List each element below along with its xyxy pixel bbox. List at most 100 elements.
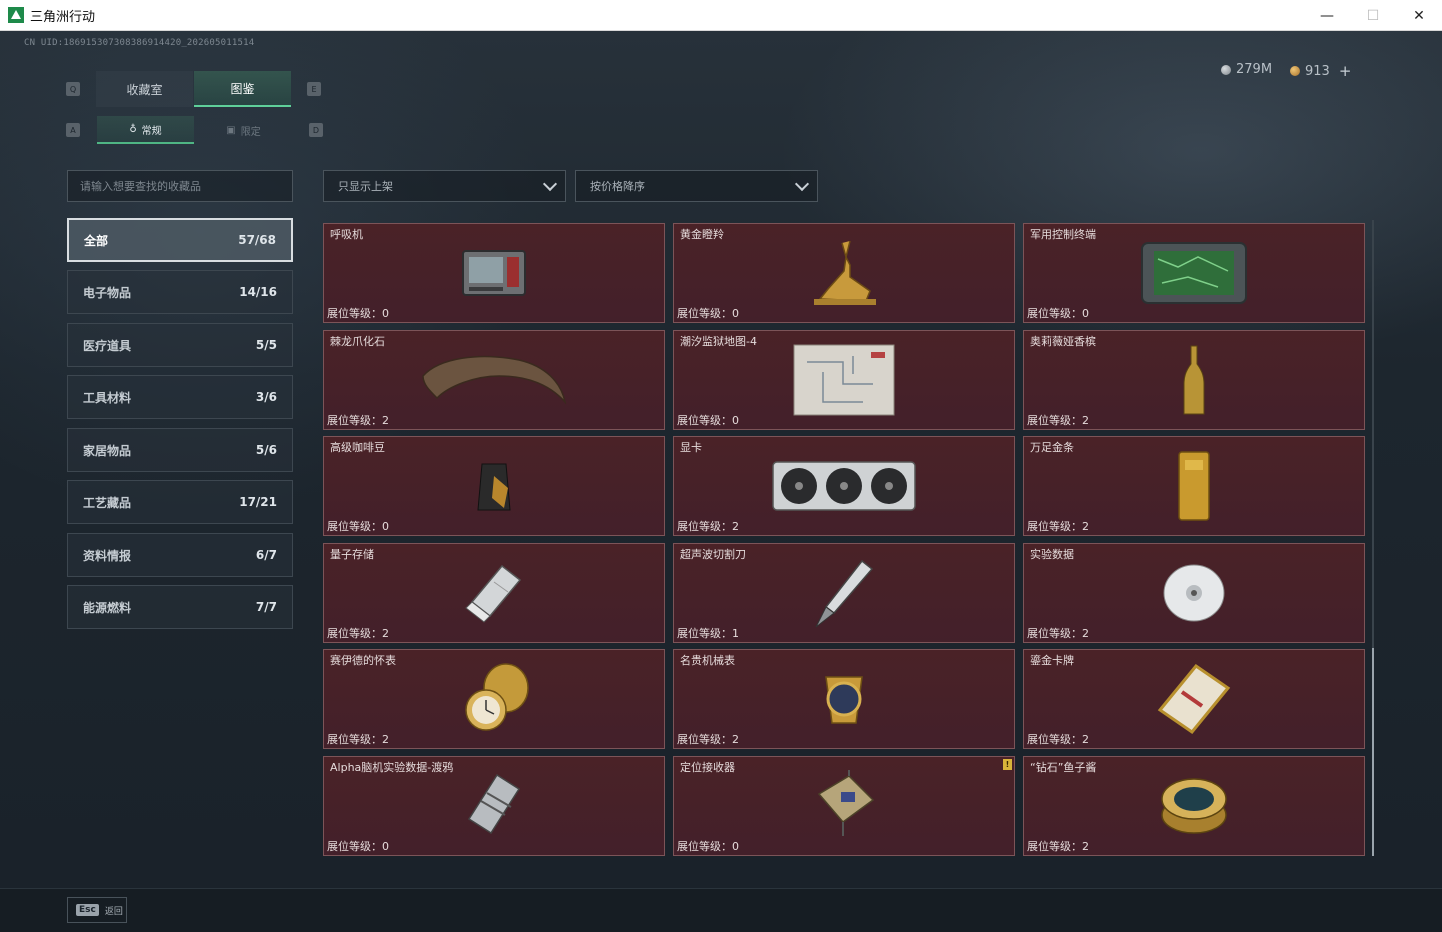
silver-coin-icon: [1221, 64, 1231, 75]
tab-collection-room[interactable]: 收藏室: [96, 71, 193, 107]
item-card-ventilator[interactable]: 呼吸机 展位等级：0: [323, 223, 665, 323]
item-name: 高级咖啡豆: [330, 441, 385, 454]
category-label: 电子物品: [83, 285, 132, 300]
subtab-limited-label: 限定: [240, 126, 261, 138]
item-card-quantum-storage[interactable]: 量子存储 展位等级：2: [323, 543, 665, 643]
wristwatch-icon: [825, 676, 863, 724]
disc-icon: [1163, 564, 1225, 622]
item-level: 展位等级：1: [677, 627, 739, 640]
add-currency-button[interactable]: +: [1339, 62, 1352, 80]
category-label: 工艺藏品: [83, 495, 132, 510]
category-label: 能源燃料: [83, 600, 132, 615]
item-name: “钻石”鱼子酱: [1030, 761, 1097, 774]
chevron-down-icon: [794, 176, 810, 191]
search-box: [67, 170, 293, 202]
item-card-graphics-card[interactable]: 显卡 展位等级：2: [673, 436, 1015, 536]
item-card-olivia-champagne[interactable]: 奥莉薇娅香槟 展位等级：2: [1023, 330, 1365, 430]
category-label: 全部: [84, 233, 109, 248]
data-cylinder-icon: [467, 773, 521, 835]
item-card-positioning-receiver[interactable]: 定位接收器 ! 展位等级：0: [673, 756, 1015, 856]
item-level: 展位等级：2: [677, 520, 739, 533]
category-household[interactable]: 家居物品 5/6: [67, 428, 293, 472]
category-count: 5/5: [255, 338, 277, 352]
caviar-tin-icon: [1161, 778, 1227, 834]
item-card-coffee-beans[interactable]: 高级咖啡豆 展位等级：0: [323, 436, 665, 536]
filter-dropdown-listed[interactable]: 只显示上架: [323, 170, 566, 202]
item-level: 展位等级：0: [327, 840, 389, 853]
category-medical[interactable]: 医疗道具 5/5: [67, 323, 293, 367]
currency-b-value: 913: [1305, 63, 1330, 79]
search-input[interactable]: [80, 179, 280, 193]
minimize-button[interactable]: —: [1304, 0, 1350, 31]
back-label: 返回: [104, 906, 123, 917]
category-count: 14/16: [239, 285, 277, 299]
category-tools[interactable]: 工具材料 3/6: [67, 375, 293, 419]
gold-coin-icon: [1290, 66, 1300, 76]
limited-icon: ▣: [226, 124, 236, 136]
item-name: 鎏金卡牌: [1030, 654, 1074, 667]
item-card-alpha-bci-data[interactable]: Alpha脑机实验数据-渡鸦 展位等级：0: [323, 756, 665, 856]
key-hint-d: D: [309, 123, 323, 137]
subtab-limited[interactable]: ▣ 限定: [195, 116, 292, 144]
item-name: 显卡: [680, 441, 702, 454]
back-button[interactable]: Esc 返回: [67, 897, 127, 923]
item-card-pocket-watch[interactable]: 赛伊德的怀表 展位等级：2: [323, 649, 665, 749]
chevron-down-icon: [542, 176, 558, 191]
item-name: 名贵机械表: [680, 654, 735, 667]
item-card-tide-prison-map[interactable]: 潮汐监狱地图-4 展位等级：0: [673, 330, 1015, 430]
item-level: 展位等级：2: [327, 627, 389, 640]
category-all[interactable]: 全部 57/68: [67, 218, 293, 262]
tab-codex[interactable]: 图鉴: [194, 71, 291, 107]
item-card-diamond-caviar[interactable]: “钻石”鱼子酱 展位等级：2: [1023, 756, 1365, 856]
item-card-military-terminal[interactable]: 军用控制终端 展位等级：0: [1023, 223, 1365, 323]
category-crafts[interactable]: 工艺藏品 17/21: [67, 480, 293, 524]
category-label: 家居物品: [83, 443, 132, 458]
graphics-card-icon: [772, 461, 916, 511]
item-level: 展位等级：0: [677, 307, 739, 320]
item-level: 展位等级：0: [677, 840, 739, 853]
close-button[interactable]: ✕: [1396, 0, 1442, 31]
category-label: 医疗道具: [83, 338, 132, 353]
pocket-watch-icon: [465, 663, 529, 731]
item-level: 展位等级：2: [327, 414, 389, 427]
item-level: 展位等级：2: [327, 733, 389, 746]
champagne-bottle-icon: [1183, 345, 1205, 415]
key-hint-a: A: [66, 123, 80, 137]
category-energy[interactable]: 能源燃料 7/7: [67, 585, 293, 629]
item-level: 展位等级：2: [1027, 840, 1089, 853]
category-intel[interactable]: 资料情报 6/7: [67, 533, 293, 577]
item-card-gilded-card[interactable]: 鎏金卡牌 展位等级：2: [1023, 649, 1365, 749]
item-name: 潮汐监狱地图-4: [680, 335, 757, 348]
usb-drive-icon: [465, 564, 522, 623]
subtab-regular[interactable]: ♁ 常规: [97, 116, 194, 144]
category-count: 5/6: [255, 443, 277, 457]
uid-label: CN UID:1869153073083869144​20_2026050115…: [24, 38, 255, 48]
item-level: 展位等级：0: [1027, 307, 1089, 320]
sort-value: 按价格降序: [590, 180, 645, 193]
footer-bar: [0, 888, 1442, 932]
window-title: 三角洲行动: [30, 8, 96, 24]
military-terminal-icon: [1141, 242, 1247, 304]
item-name: 定位接收器: [680, 761, 735, 774]
category-count: 3/6: [255, 390, 277, 404]
item-card-spinosaurus-claw[interactable]: 棘龙爪化石 展位等级：2: [323, 330, 665, 430]
grid-scrollbar-thumb[interactable]: [1372, 648, 1374, 856]
app-logo-icon: [8, 7, 24, 23]
key-hint-q: Q: [66, 82, 80, 96]
category-electronics[interactable]: 电子物品 14/16: [67, 270, 293, 314]
item-card-experiment-data[interactable]: 实验数据 展位等级：2: [1023, 543, 1365, 643]
category-label: 工具材料: [83, 390, 132, 405]
category-count: 7/7: [255, 600, 277, 614]
item-card-ultrasonic-cutter[interactable]: 超声波切割刀 展位等级：1: [673, 543, 1015, 643]
currency-premium: 913 +: [1290, 62, 1351, 80]
sort-dropdown[interactable]: 按价格降序: [575, 170, 818, 202]
item-card-gold-bar[interactable]: 万足金条 展位等级：2: [1023, 436, 1365, 536]
category-label: 资料情报: [83, 548, 132, 563]
item-card-luxury-watch[interactable]: 名贵机械表 展位等级：2: [673, 649, 1015, 749]
item-name: 赛伊德的怀表: [330, 654, 396, 667]
window-controls: — ☐ ✕: [1304, 0, 1442, 31]
item-name: 万足金条: [1030, 441, 1074, 454]
maximize-button[interactable]: ☐: [1350, 0, 1396, 31]
item-card-golden-gazelle[interactable]: 黄金瞪羚 展位等级：0: [673, 223, 1015, 323]
subtab-regular-label: 常规: [141, 125, 162, 137]
